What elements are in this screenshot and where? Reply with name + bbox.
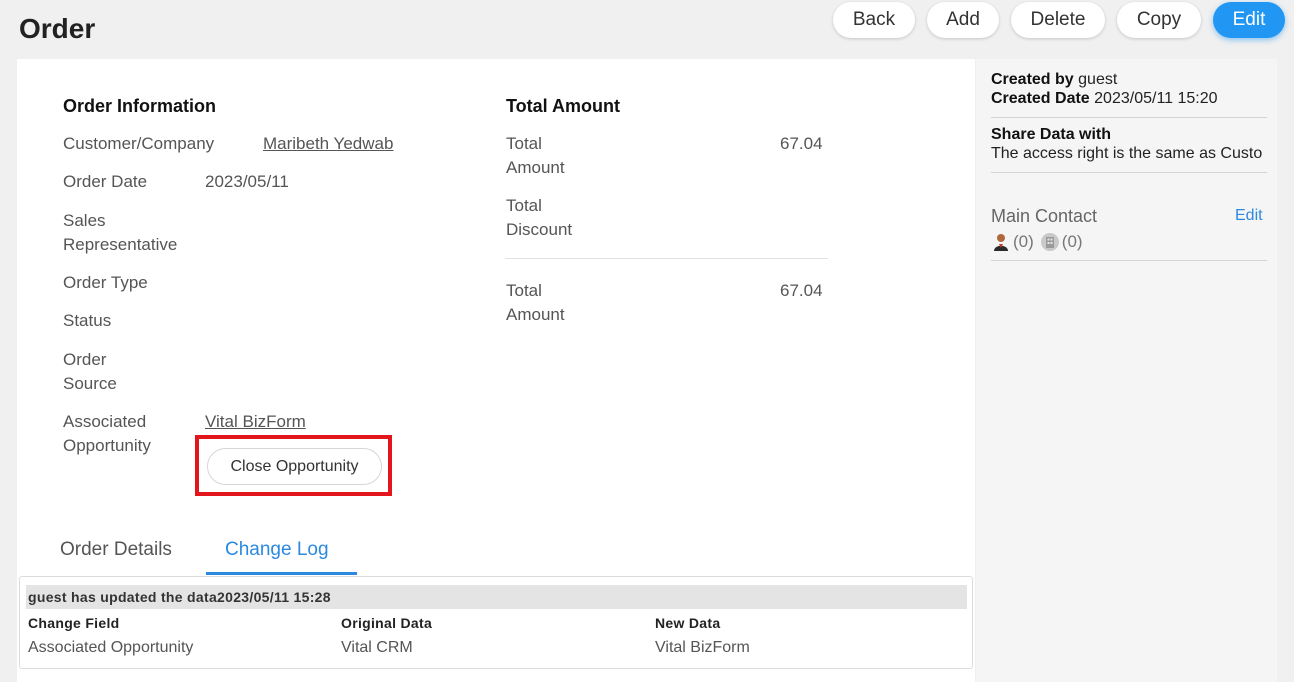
- created-by-value: guest: [1078, 71, 1118, 88]
- created-date: Created Date 2023/05/11 15:20: [991, 90, 1218, 108]
- new-data-column-header: New Data: [655, 615, 721, 631]
- share-data-value: The access right is the same as Custo: [991, 145, 1263, 162]
- change-log-entry: guest has updated the data2023/05/11 15:…: [19, 576, 973, 669]
- record-side-panel: Created by guest Created Date 2023/05/11…: [976, 59, 1277, 682]
- total-amount-label-line2: Amount: [506, 158, 565, 177]
- page-title: Order: [19, 13, 96, 44]
- add-button[interactable]: Add: [927, 2, 999, 38]
- order-date-label: Order Date: [63, 172, 148, 191]
- created-by-label: Created by: [991, 71, 1074, 88]
- original-data-column-header: Original Data: [341, 615, 433, 631]
- order-information-title: Order Information: [63, 96, 217, 116]
- share-data-title: Share Data with: [991, 126, 1112, 143]
- new-data-cell: Vital BizForm: [655, 639, 750, 656]
- main-contact-title: Main Contact: [991, 206, 1098, 226]
- sales-rep-label-line1: Sales: [63, 211, 106, 230]
- grand-total-label-line2: Amount: [506, 305, 565, 324]
- building-icon[interactable]: [1040, 232, 1060, 252]
- main-contact-edit-link[interactable]: Edit: [1235, 207, 1263, 225]
- total-discount-label-line1: Total: [506, 196, 542, 215]
- tab-change-log[interactable]: Change Log: [225, 539, 329, 569]
- associated-opportunity-label-line1: Associated: [63, 412, 147, 431]
- company-count: (0): [1061, 232, 1083, 251]
- total-amount-label-line1: Total: [506, 134, 542, 153]
- delete-button[interactable]: Delete: [1011, 2, 1105, 38]
- total-amount-title: Total Amount: [506, 96, 620, 116]
- main-contact-counts: (0) (0): [991, 232, 1083, 252]
- total-discount-label-line2: Discount: [506, 220, 573, 239]
- grand-total-label-line1: Total: [506, 281, 542, 300]
- grand-total-value: 67.04: [780, 281, 823, 300]
- order-date-value: 2023/05/11: [205, 172, 289, 191]
- detail-tabs: Order Details Change Log: [17, 529, 975, 576]
- order-source-label-line2: Source: [63, 374, 117, 393]
- created-by: Created by guest: [991, 71, 1117, 89]
- order-source-label-line1: Order: [63, 350, 107, 369]
- status-label: Status: [63, 311, 112, 330]
- toolbar: Back Add Delete Copy Edit: [833, 2, 1285, 38]
- created-date-value: 2023/05/11 15:20: [1094, 90, 1218, 107]
- created-date-label: Created Date: [991, 90, 1090, 107]
- total-amount-value: 67.04: [780, 134, 823, 153]
- back-button[interactable]: Back: [833, 2, 915, 38]
- order-detail-card: Order Information Customer/Company Marib…: [17, 59, 975, 682]
- edit-button[interactable]: Edit: [1213, 2, 1285, 38]
- person-icon[interactable]: [991, 232, 1011, 252]
- change-log-header: guest has updated the data2023/05/11 15:…: [26, 585, 967, 609]
- original-data-cell: Vital CRM: [341, 639, 413, 656]
- change-field-cell: Associated Opportunity: [28, 639, 194, 656]
- side-panel-divider: [991, 117, 1267, 118]
- close-opportunity-button[interactable]: Close Opportunity: [207, 448, 382, 485]
- active-tab-indicator: [206, 572, 357, 575]
- change-field-column-header: Change Field: [28, 615, 120, 631]
- person-count: (0): [1013, 232, 1034, 251]
- customer-link[interactable]: Maribeth Yedwab: [263, 132, 393, 156]
- side-panel-divider: [991, 172, 1267, 173]
- order-type-label: Order Type: [63, 273, 148, 292]
- associated-opportunity-label-line2: Opportunity: [63, 436, 151, 455]
- copy-button[interactable]: Copy: [1117, 2, 1201, 38]
- totals-divider: [505, 258, 828, 259]
- sales-rep-label-line2: Representative: [63, 235, 178, 254]
- associated-opportunity-link[interactable]: Vital BizForm: [205, 410, 306, 434]
- share-data-label: Share Data with: [991, 126, 1111, 144]
- side-panel-divider: [991, 260, 1267, 261]
- customer-label: Customer/Company: [63, 134, 215, 153]
- tab-order-details[interactable]: Order Details: [60, 539, 172, 569]
